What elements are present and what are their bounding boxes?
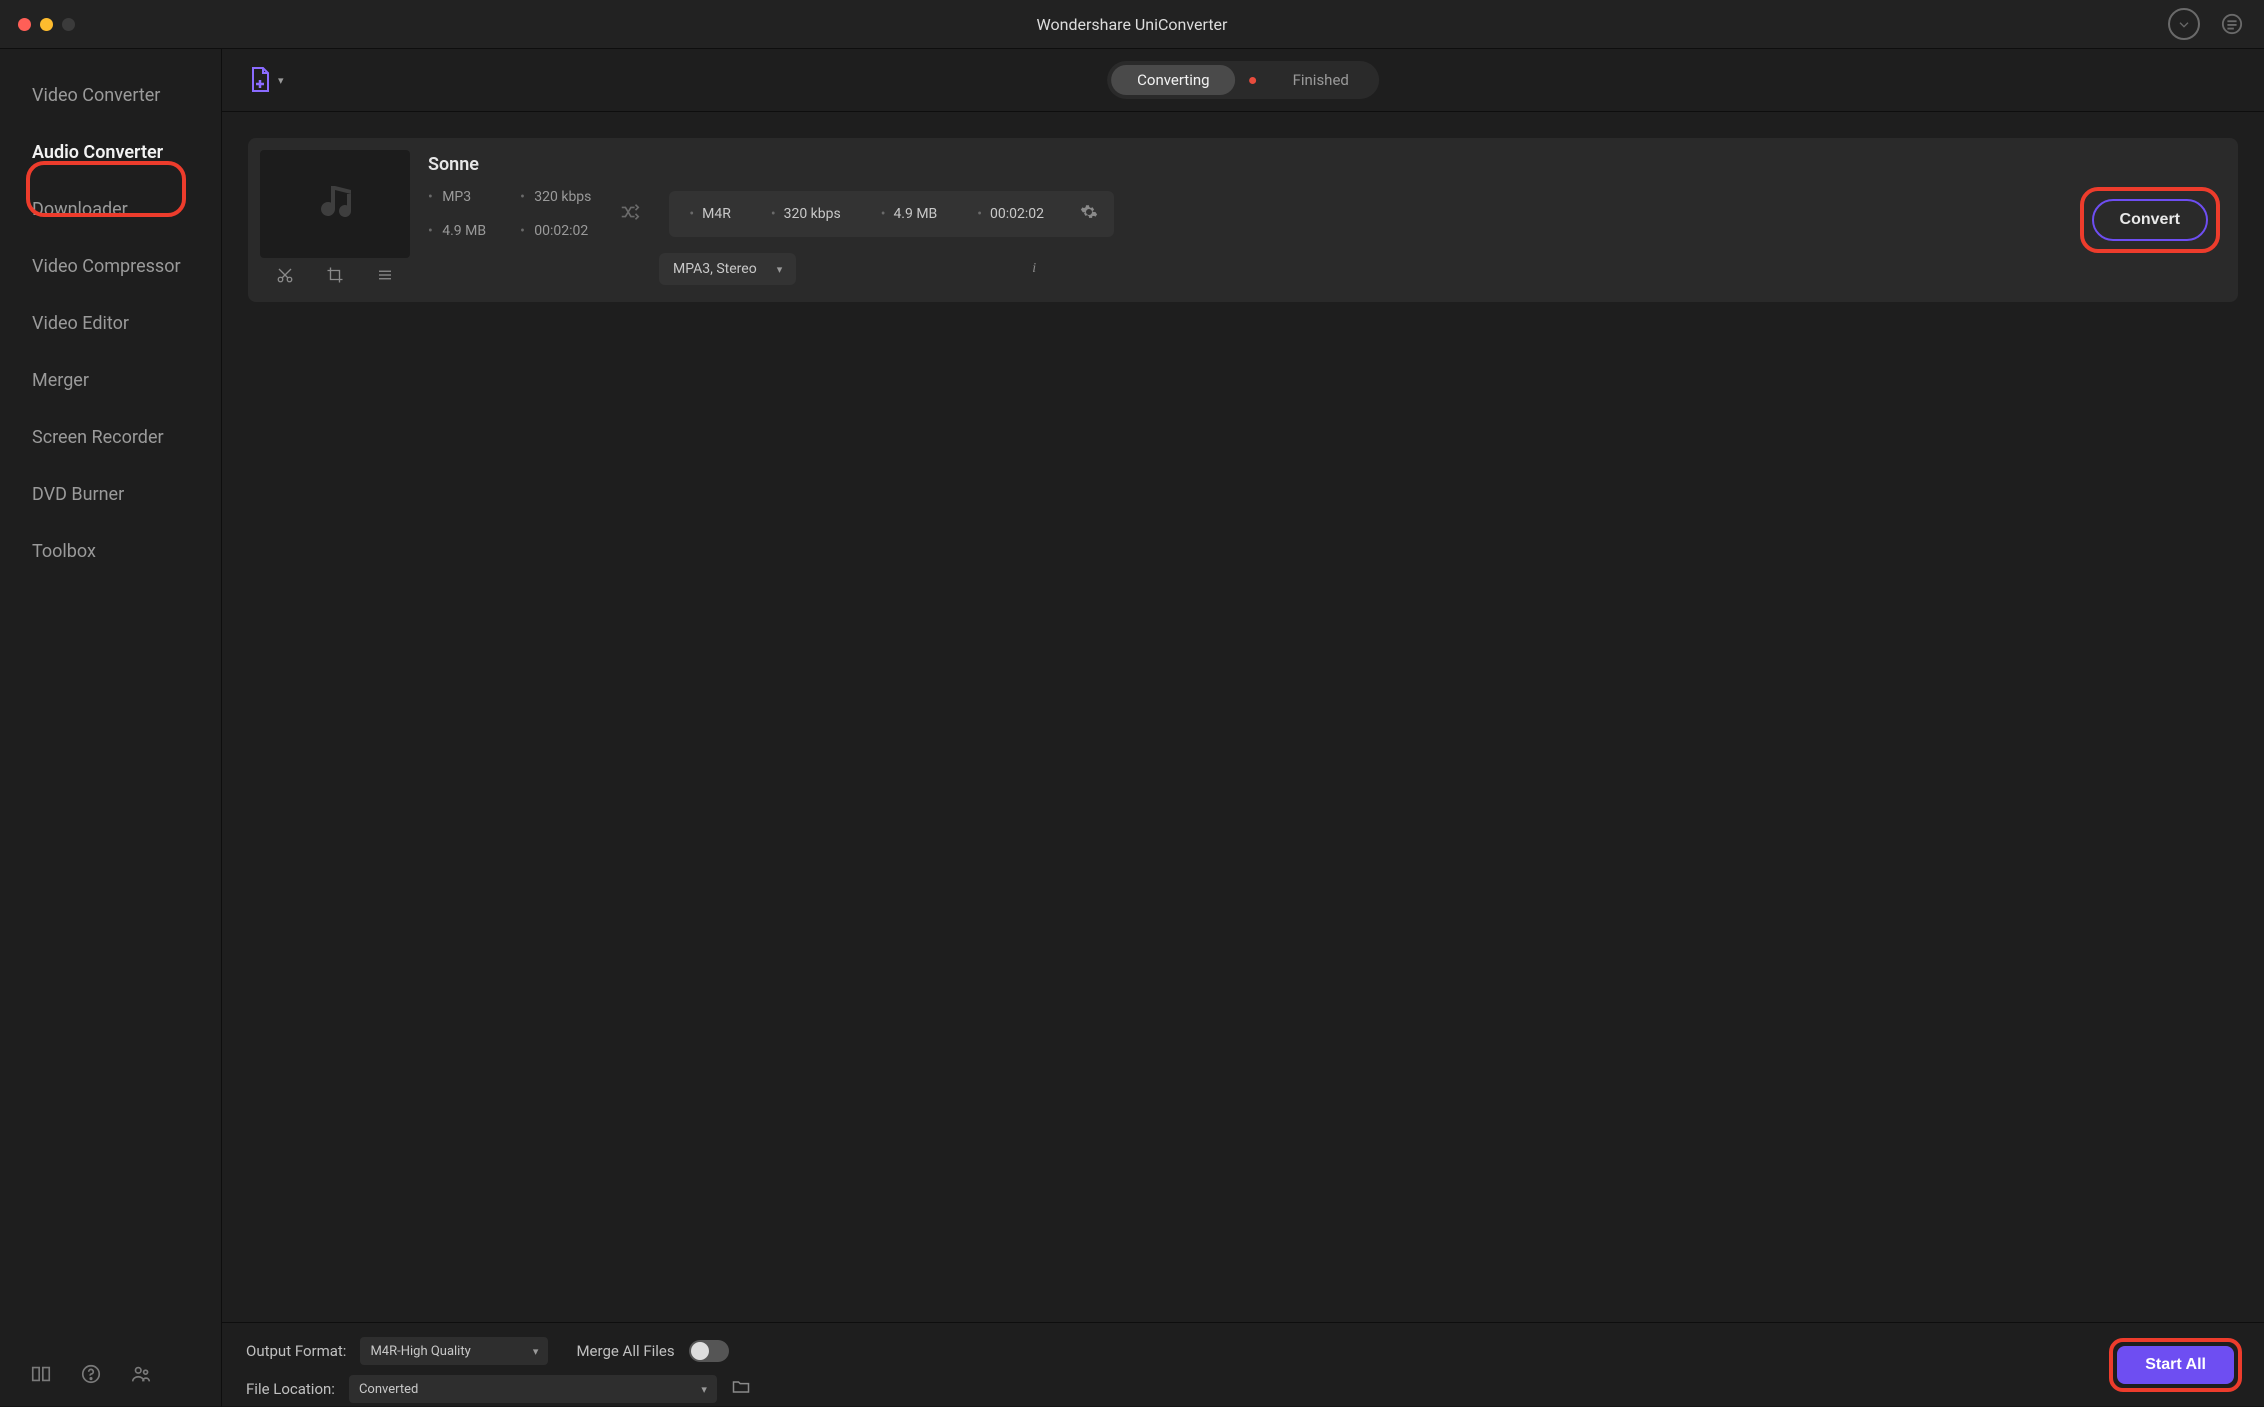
target-settings-button[interactable]	[1064, 203, 1114, 225]
sidebar-item-merger[interactable]: Merger	[0, 352, 221, 409]
sidebar-item-video-editor[interactable]: Video Editor	[0, 295, 221, 352]
source-bitrate: 320 kbps	[520, 189, 591, 205]
sidebar-item-toolbox[interactable]: Toolbox	[0, 523, 221, 580]
chevron-down-icon: ▾	[701, 1383, 707, 1396]
chevron-down-icon: ▾	[278, 74, 284, 87]
community-icon[interactable]	[130, 1363, 152, 1385]
highlight-convert: Convert	[2080, 187, 2220, 253]
file-location-label: File Location:	[246, 1380, 335, 1398]
help-icon[interactable]	[80, 1363, 102, 1385]
chevron-down-icon: ▾	[777, 263, 783, 276]
app-window: Wondershare UniConverter Video Converter…	[0, 0, 2264, 1406]
account-icon[interactable]	[2168, 8, 2200, 40]
file-location-dropdown[interactable]: Converted ▾	[349, 1375, 717, 1403]
tab-converting[interactable]: Converting	[1111, 65, 1235, 95]
main-panel: ▾ Converting Finished	[222, 49, 2264, 1407]
source-info: MP3 320 kbps 4.9 MB 00:02:02	[428, 189, 591, 239]
merge-files-toggle[interactable]	[689, 1340, 729, 1362]
output-format-label: Output Format:	[246, 1342, 346, 1360]
target-size: 4.9 MB	[861, 206, 958, 222]
merge-files-label: Merge All Files	[576, 1342, 674, 1360]
trim-icon[interactable]	[276, 266, 294, 288]
menu-icon[interactable]	[2218, 10, 2246, 38]
channel-dropdown-value: MPA3, Stereo	[673, 261, 757, 277]
output-format-value: M4R-High Quality	[370, 1344, 470, 1359]
app-title: Wondershare UniConverter	[0, 15, 2264, 34]
sidebar-item-video-compressor[interactable]: Video Compressor	[0, 238, 221, 295]
channel-dropdown[interactable]: MPA3, Stereo ▾	[659, 253, 796, 285]
add-file-button[interactable]: ▾	[248, 66, 284, 94]
sidebar-item-audio-converter[interactable]: Audio Converter	[0, 124, 221, 181]
finished-indicator-dot	[1250, 77, 1257, 84]
window-controls	[18, 18, 75, 31]
effects-icon[interactable]	[376, 266, 394, 288]
target-duration: 00:02:02	[957, 206, 1064, 222]
convert-button[interactable]: Convert	[2092, 199, 2208, 241]
start-all-button[interactable]: Start All	[2117, 1346, 2234, 1384]
maximize-window-button[interactable]	[62, 18, 75, 31]
close-window-button[interactable]	[18, 18, 31, 31]
toolbar: ▾ Converting Finished	[222, 49, 2264, 112]
crop-icon[interactable]	[326, 266, 344, 288]
target-info: M4R 320 kbps 4.9 MB 00:02:02	[669, 191, 1114, 237]
convert-arrow-icon	[619, 201, 641, 227]
file-location-value: Converted	[359, 1382, 418, 1397]
target-bitrate: 320 kbps	[751, 206, 861, 222]
minimize-window-button[interactable]	[40, 18, 53, 31]
source-format: MP3	[428, 189, 486, 205]
highlight-start-all: Start All	[2109, 1338, 2242, 1392]
title-bar: Wondershare UniConverter	[0, 0, 2264, 49]
file-info-button[interactable]: i	[1032, 261, 1036, 277]
footer: Output Format: M4R-High Quality ▾ Merge …	[222, 1322, 2264, 1407]
file-name: Sonne	[428, 154, 2218, 175]
chevron-down-icon: ▾	[533, 1345, 539, 1358]
file-card: Sonne MP3 320 kbps 4.9 MB 00:02:02	[248, 138, 2238, 302]
sidebar-item-screen-recorder[interactable]: Screen Recorder	[0, 409, 221, 466]
sidebar-item-dvd-burner[interactable]: DVD Burner	[0, 466, 221, 523]
sidebar-item-downloader[interactable]: Downloader	[0, 181, 221, 238]
open-folder-button[interactable]	[731, 1377, 751, 1401]
source-size: 4.9 MB	[428, 223, 486, 239]
source-duration: 00:02:02	[520, 223, 591, 239]
output-format-dropdown[interactable]: M4R-High Quality ▾	[360, 1337, 548, 1365]
sidebar: Video Converter Audio Converter Download…	[0, 49, 222, 1407]
tab-finished[interactable]: Finished	[1267, 65, 1375, 95]
target-format: M4R	[669, 206, 750, 222]
tutorial-icon[interactable]	[30, 1363, 52, 1385]
sidebar-item-video-converter[interactable]: Video Converter	[0, 67, 221, 124]
status-tabs: Converting Finished	[1107, 61, 1379, 99]
file-thumbnail[interactable]	[260, 150, 410, 258]
